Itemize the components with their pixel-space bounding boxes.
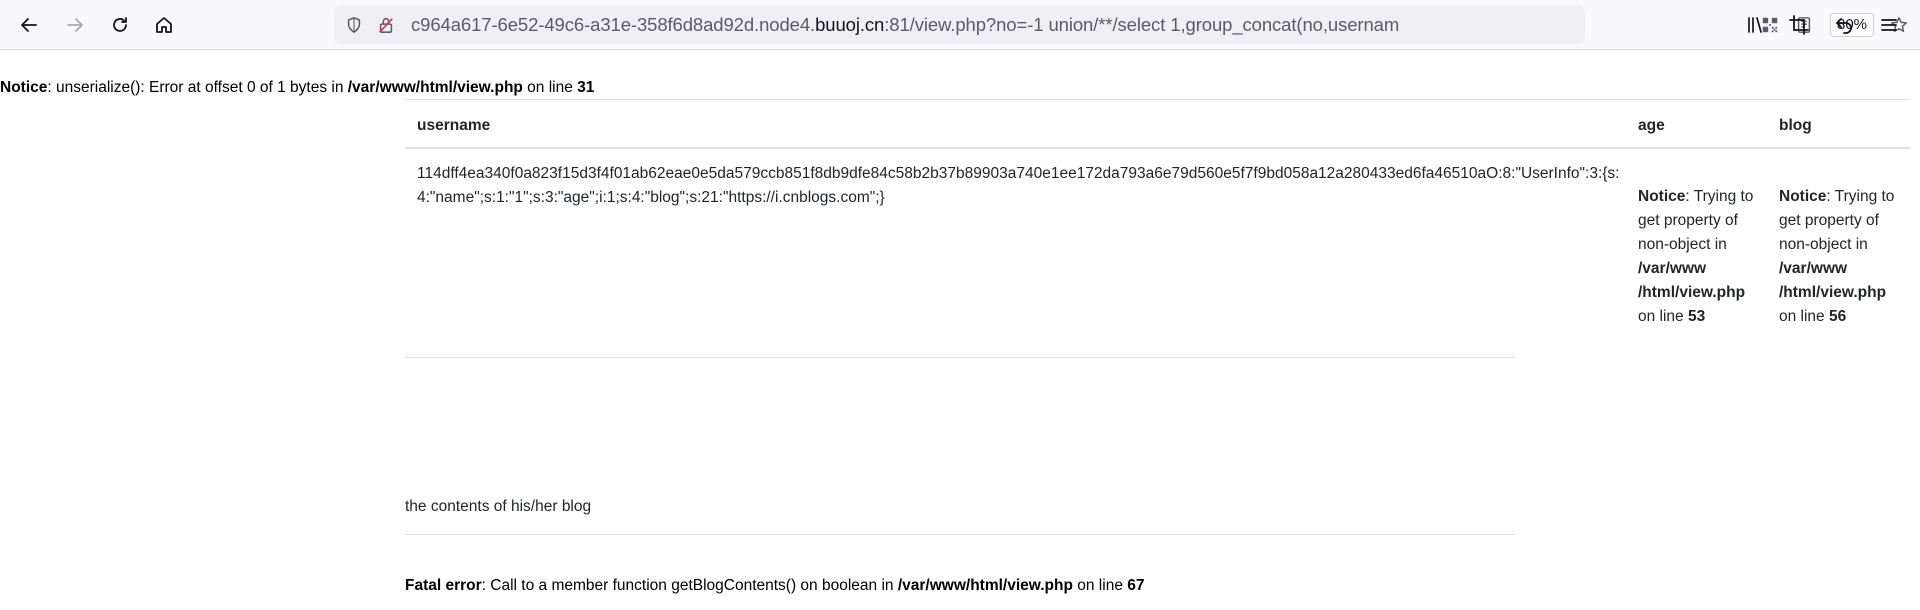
age-cell-notice: Notice: Trying to get property of non-ob…: [1638, 188, 1754, 325]
page-content: Notice: unserialize(): Error at offset 0…: [0, 51, 1920, 610]
table-row-border: [405, 357, 1515, 358]
undo-button[interactable]: [1827, 8, 1861, 42]
screenshot-button[interactable]: [1782, 8, 1816, 42]
tracking-protection-button[interactable]: [344, 15, 364, 35]
url-bar[interactable]: c964a617-6e52-49c6-a31e-358f6d8ad92d.nod…: [334, 6, 1907, 44]
header-blog: blog: [1779, 117, 1812, 134]
back-arrow-icon: [21, 18, 37, 32]
table-top-border: [405, 99, 1910, 100]
reload-button[interactable]: [103, 8, 137, 42]
browser-toolbar: c964a617-6e52-49c6-a31e-358f6d8ad92d.nod…: [0, 0, 1920, 50]
shield-icon: [347, 16, 361, 34]
blog-contents-border: [405, 534, 1515, 535]
notice-label: Notice: [0, 79, 48, 96]
notice-unserialize: Notice: unserialize(): Error at offset 0…: [0, 79, 595, 96]
blog-contents-label: the contents of his/her blog: [405, 498, 592, 515]
header-age: age: [1638, 117, 1665, 134]
fatal-label: Fatal error: [405, 577, 482, 594]
home-icon: [156, 17, 172, 33]
back-button[interactable]: [12, 8, 46, 42]
hamburger-menu-icon: [1881, 19, 1897, 31]
library-button[interactable]: [1738, 8, 1772, 42]
home-button[interactable]: [147, 8, 181, 42]
library-icon: [1748, 17, 1762, 33]
url-host: buuoj.cn: [815, 14, 885, 35]
username-cell: 114dff4ea340f0a823f15d3f4f01ab62eae0e5da…: [417, 165, 1620, 206]
blog-cell-notice: Notice: Trying to get property of non-ob…: [1779, 188, 1895, 325]
insecure-lock-icon: [379, 18, 393, 33]
header-username: username: [417, 117, 491, 134]
url-text[interactable]: c964a617-6e52-49c6-a31e-358f6d8ad92d.nod…: [411, 6, 1749, 44]
site-security-button[interactable]: [376, 15, 396, 35]
screenshot-crop-icon: [1789, 15, 1809, 35]
undo-arrow-icon: [1836, 18, 1852, 34]
forward-button[interactable]: [58, 8, 92, 42]
fatal-line: 67: [1127, 577, 1145, 594]
app-menu-button[interactable]: [1872, 8, 1906, 42]
fatal-error: Fatal error: Call to a member function g…: [405, 577, 1145, 594]
notice-file: /var/www/html/view.php: [347, 79, 523, 96]
notice-line: 31: [577, 79, 595, 96]
forward-arrow-icon: [67, 18, 83, 32]
reload-icon: [113, 17, 127, 32]
table-header-border: [405, 147, 1910, 149]
fatal-file: /var/www/html/view.php: [897, 577, 1073, 594]
